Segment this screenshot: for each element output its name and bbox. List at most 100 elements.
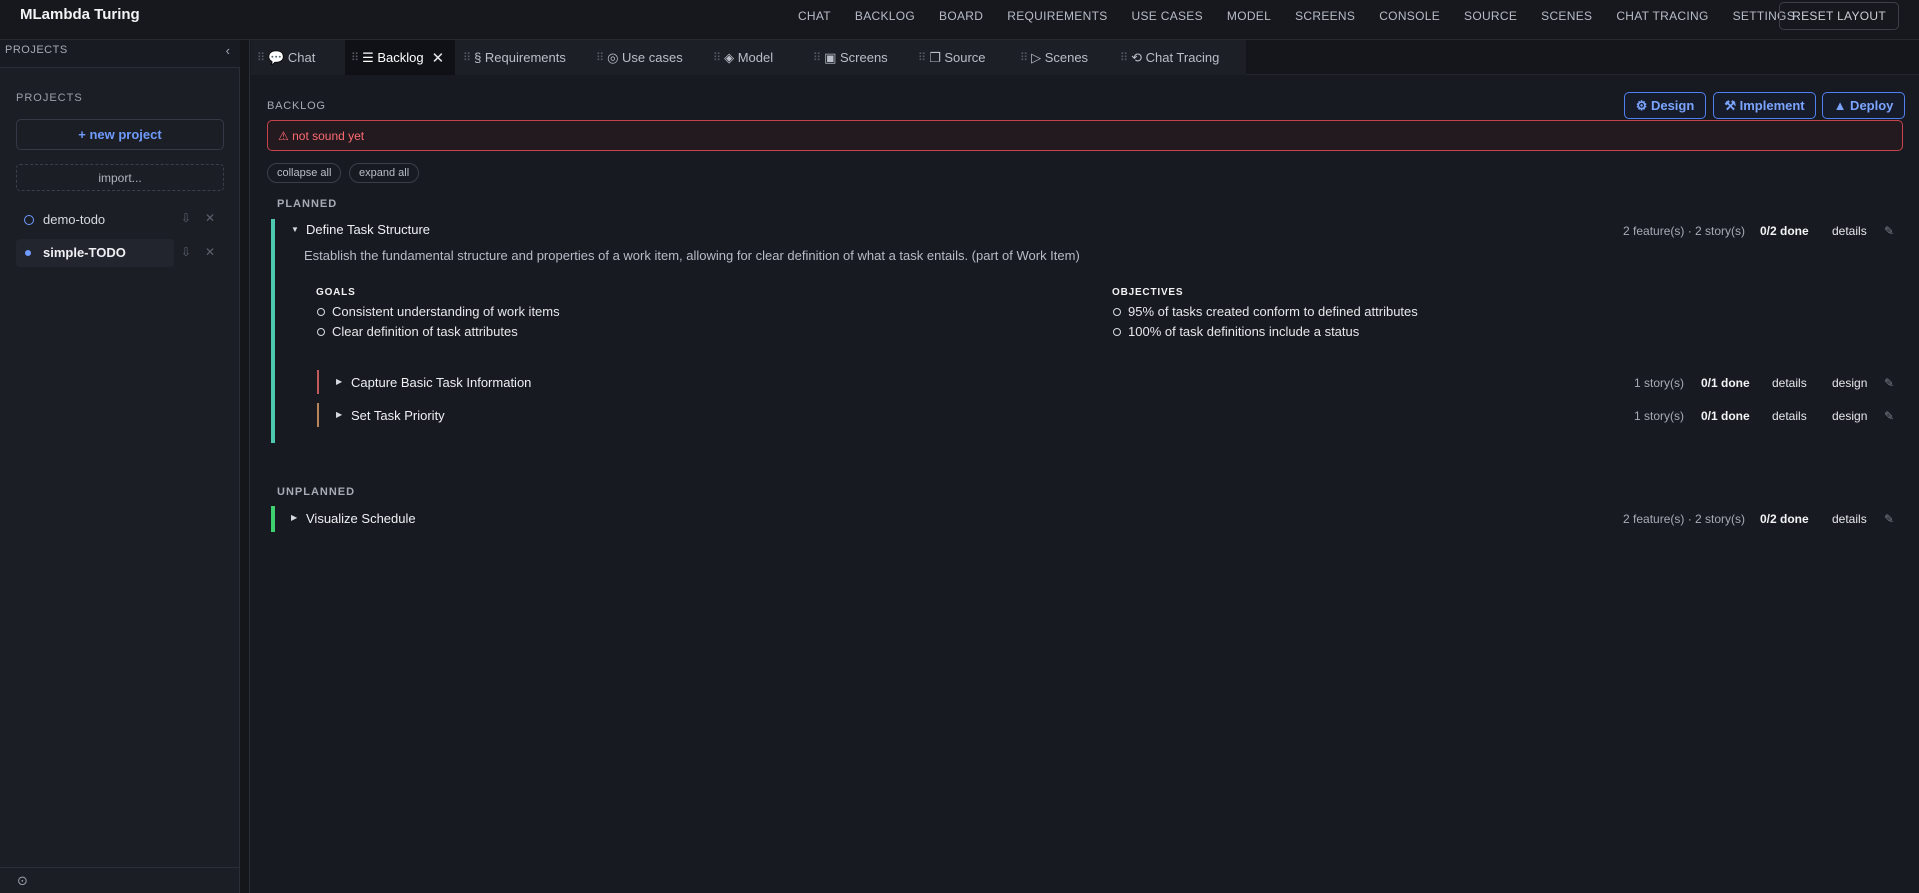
epic-color-bar xyxy=(271,219,275,443)
caret-right-icon[interactable]: ▶ xyxy=(336,377,342,386)
tab-label: Requirements xyxy=(484,50,566,65)
backlog-title: BACKLOG xyxy=(267,100,326,112)
feature-design-link[interactable]: design xyxy=(1832,409,1867,423)
feature-details-link[interactable]: details xyxy=(1772,409,1807,423)
tab-screens[interactable]: ⠿ ▣ Screens xyxy=(813,40,888,75)
drag-handle-icon[interactable]: ⠿ xyxy=(351,51,359,64)
feature-design-link[interactable]: design xyxy=(1832,376,1867,390)
feature-color-bar xyxy=(317,403,319,427)
download-icon[interactable]: ⇩ xyxy=(181,211,191,225)
feature-done-count: 0/1 done xyxy=(1701,409,1750,423)
caret-right-icon[interactable]: ▶ xyxy=(336,410,342,419)
tab-label: Screens xyxy=(839,50,888,65)
download-icon[interactable]: ⇩ xyxy=(181,245,191,259)
tab-chat-tracing[interactable]: ⠿ ⟲ Chat Tracing xyxy=(1120,40,1219,75)
drag-handle-icon[interactable]: ⠿ xyxy=(257,51,265,64)
nav-scenes[interactable]: SCENES xyxy=(1541,9,1592,23)
epic-details-link[interactable]: details xyxy=(1832,224,1867,238)
import-button[interactable]: import... xyxy=(16,164,224,191)
tab-label: Source xyxy=(944,50,986,65)
tab-use-cases[interactable]: ⠿ ◎ Use cases xyxy=(596,40,683,75)
edit-icon[interactable]: ✎ xyxy=(1884,376,1894,390)
feature-meta: 1 story(s) xyxy=(1634,376,1685,390)
tab-label: Backlog xyxy=(377,50,424,65)
drag-handle-icon[interactable]: ⠿ xyxy=(463,51,471,64)
close-icon[interactable]: ✕ xyxy=(432,49,445,67)
objectives-heading: OBJECTIVES xyxy=(1112,287,1184,298)
feature-meta: 1 story(s) xyxy=(1634,409,1685,423)
nav-use-cases[interactable]: USE CASES xyxy=(1132,9,1203,23)
warning-text: ⚠ not sound yet xyxy=(278,129,365,143)
nav-model[interactable]: MODEL xyxy=(1227,9,1271,23)
tab-requirements[interactable]: ⠿ § Requirements xyxy=(463,40,566,75)
edit-icon[interactable]: ✎ xyxy=(1884,224,1894,238)
tab-model[interactable]: ⠿ ◈ Model xyxy=(713,40,773,75)
project-item-demo-todo[interactable]: demo-todo ⇩ ✕ xyxy=(16,206,224,234)
tab-backlog[interactable]: ⠿ ☰ Backlog ✕ xyxy=(345,40,455,75)
sidebar-resize-handle[interactable] xyxy=(240,40,250,893)
drag-handle-icon[interactable]: ⠿ xyxy=(813,51,821,64)
tab-source[interactable]: ⠿ ❐ Source xyxy=(918,40,986,75)
projects-section-label: PROJECTS xyxy=(16,92,83,104)
drag-handle-icon[interactable]: ⠿ xyxy=(596,51,604,64)
settings-circle-icon[interactable]: ⊙ xyxy=(17,873,28,889)
edit-icon[interactable]: ✎ xyxy=(1884,409,1894,423)
feature-done-count: 0/1 done xyxy=(1701,376,1750,390)
nav-source[interactable]: SOURCE xyxy=(1464,9,1517,23)
goal-item: Clear definition of task attributes xyxy=(317,324,518,339)
tab-bar: ⠿ 💬 Chat ⠿ ☰ Backlog ✕ ⠿ § Requirements … xyxy=(251,40,1919,75)
deploy-button[interactable]: ▲ Deploy xyxy=(1822,92,1905,119)
caret-down-icon[interactable]: ▼ xyxy=(291,225,299,234)
tab-scenes[interactable]: ⠿ ▷ Scenes xyxy=(1020,40,1088,75)
epic-color-bar xyxy=(271,506,275,532)
epic-done-count: 0/2 done xyxy=(1760,224,1809,238)
feature-title[interactable]: Set Task Priority xyxy=(351,408,445,423)
feature-color-bar xyxy=(317,370,319,394)
project-item-simple-todo[interactable]: simple-TODO xyxy=(16,239,174,267)
objective-item: 95% of tasks created conform to defined … xyxy=(1113,304,1418,319)
sidebar-footer: ⊙ xyxy=(0,867,240,893)
tab-label: Use cases xyxy=(622,50,683,65)
epic-description: Establish the fundamental structure and … xyxy=(304,248,1080,263)
drag-handle-icon[interactable]: ⠿ xyxy=(918,51,926,64)
tab-icon: ⟲ xyxy=(1131,49,1142,65)
close-icon[interactable]: ✕ xyxy=(205,245,215,259)
tab-icon: ◈ xyxy=(724,49,735,65)
epic-details-link[interactable]: details xyxy=(1832,512,1867,526)
sidebar-header-title: PROJECTS xyxy=(5,44,68,56)
epic-meta: 2 feature(s) · 2 story(s) xyxy=(1623,224,1746,238)
nav-backlog[interactable]: BACKLOG xyxy=(855,9,915,23)
close-icon[interactable]: ✕ xyxy=(205,211,215,225)
nav-board[interactable]: BOARD xyxy=(939,9,983,23)
tab-chat[interactable]: ⠿ 💬 Chat xyxy=(257,40,315,75)
epic-title[interactable]: Visualize Schedule xyxy=(306,511,416,526)
tab-icon: ☰ xyxy=(362,49,374,65)
implement-button[interactable]: ⚒ Implement xyxy=(1713,92,1816,119)
drag-handle-icon[interactable]: ⠿ xyxy=(1020,51,1028,64)
caret-right-icon[interactable]: ▶ xyxy=(291,513,297,522)
nav-chat[interactable]: CHAT xyxy=(798,9,831,23)
design-button[interactable]: ⚙ Design xyxy=(1624,92,1706,119)
collapse-all-button[interactable]: collapse all xyxy=(267,163,342,183)
project-name: simple-TODO xyxy=(43,245,126,260)
unplanned-group-label: UNPLANNED xyxy=(277,486,356,498)
nav-requirements[interactable]: REQUIREMENTS xyxy=(1007,9,1107,23)
reset-layout-button[interactable]: RESET LAYOUT xyxy=(1779,2,1899,30)
tab-label: Model xyxy=(737,50,774,65)
tab-icon: § xyxy=(474,50,482,65)
drag-handle-icon[interactable]: ⠿ xyxy=(1120,51,1128,64)
sidebar-header: PROJECTS ‹ xyxy=(0,40,240,68)
project-status-icon xyxy=(25,250,31,256)
nav-screens[interactable]: SCREENS xyxy=(1295,9,1355,23)
chevron-left-icon[interactable]: ‹ xyxy=(226,43,230,58)
new-project-button[interactable]: + new project xyxy=(16,119,224,150)
feature-title[interactable]: Capture Basic Task Information xyxy=(351,375,531,390)
expand-all-button[interactable]: expand all xyxy=(349,163,420,183)
edit-icon[interactable]: ✎ xyxy=(1884,512,1894,526)
drag-handle-icon[interactable]: ⠿ xyxy=(713,51,721,64)
tab-icon: ▣ xyxy=(824,49,837,65)
epic-title[interactable]: Define Task Structure xyxy=(306,222,430,237)
nav-console[interactable]: CONSOLE xyxy=(1379,9,1440,23)
feature-details-link[interactable]: details xyxy=(1772,376,1807,390)
nav-chat-tracing[interactable]: CHAT TRACING xyxy=(1616,9,1708,23)
